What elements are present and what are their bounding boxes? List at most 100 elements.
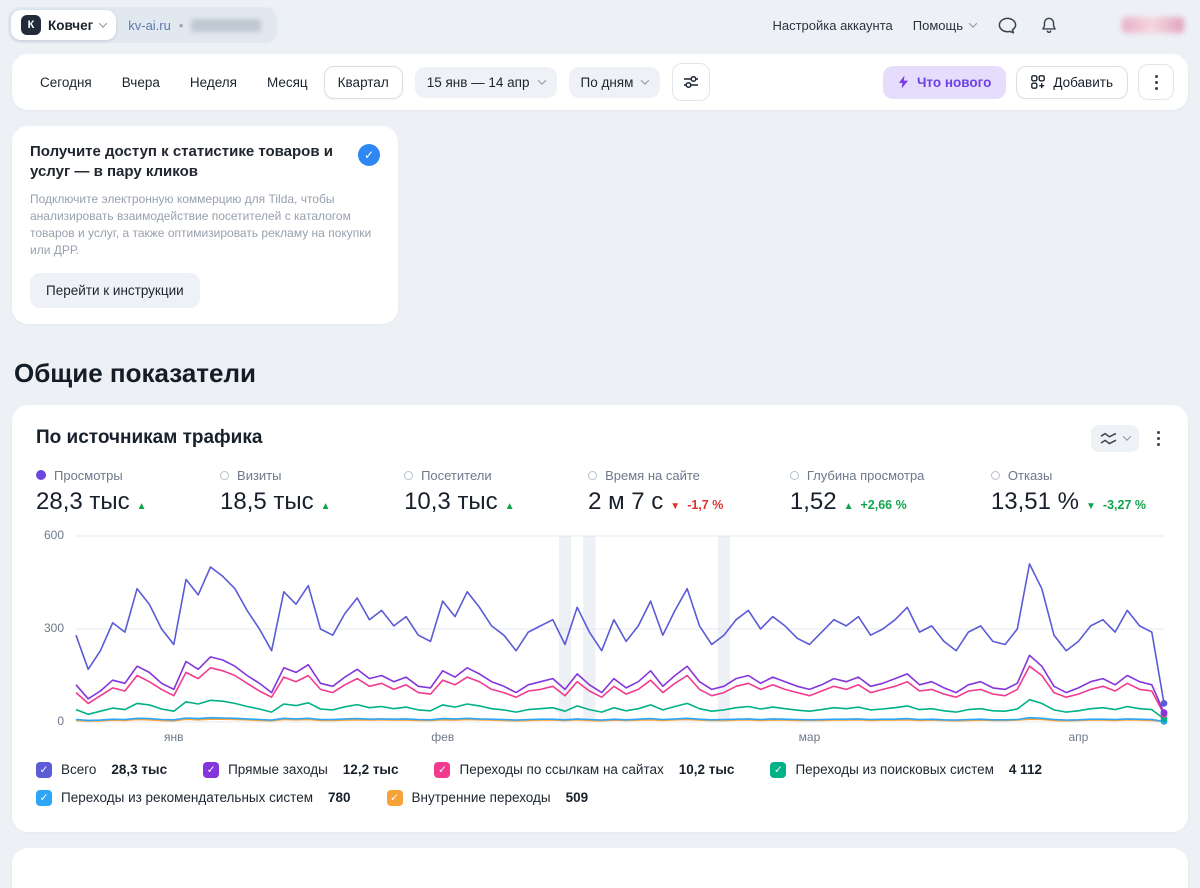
metric-label: Посетители [421, 467, 492, 483]
whats-new-label: Что нового [916, 74, 992, 90]
radio-icon [588, 470, 598, 480]
legend-checkbox[interactable] [386, 789, 403, 806]
period-tab-month[interactable]: Месяц [253, 66, 322, 99]
x-axis-label: апр [1068, 729, 1089, 744]
site-link[interactable]: kv-ai.ru [128, 18, 171, 33]
legend-value: 12,2 тыс [342, 762, 399, 778]
date-range-value: 15 янв — 14 апр [426, 74, 530, 90]
chevron-down-icon [537, 76, 546, 85]
filters-toolbar: Сегодня Вчера Неделя Месяц Квартал 15 ян… [12, 54, 1188, 110]
lightning-icon [898, 75, 909, 89]
widget-title: По источникам трафика [36, 427, 263, 449]
user-account[interactable] [1080, 8, 1184, 42]
account-settings-link[interactable]: Настройка аккаунта [772, 18, 892, 33]
legend-item-direct: Прямые заходы 12,2 тыс [203, 761, 399, 778]
widget-more-button[interactable] [1153, 427, 1164, 450]
legend-label: Внутренние переходы [411, 790, 551, 806]
legend-checkbox[interactable] [434, 761, 451, 778]
y-axis-label: 600 [43, 527, 64, 542]
bell-icon[interactable] [1038, 14, 1060, 36]
legend-checkbox[interactable] [36, 789, 52, 806]
trend-arrow-icon: ▲ [136, 500, 147, 512]
legend-value: 10,2 тыс [678, 762, 735, 778]
chart-legend: Всего 28,3 тыс Прямые заходы 12,2 тыс Пе… [36, 761, 1164, 806]
radio-icon [404, 470, 414, 480]
date-range-picker[interactable]: 15 янв — 14 апр [414, 66, 557, 98]
metric-label: Глубина просмотра [806, 467, 925, 483]
radio-icon [789, 470, 799, 480]
period-tabs: Сегодня Вчера Неделя Месяц Квартал [26, 65, 403, 99]
check-badge-icon: ✓ [358, 144, 380, 166]
top-right: Настройка аккаунта Помощь [772, 8, 1184, 42]
legend-label: Всего [61, 762, 97, 778]
metric-label: Визиты [237, 467, 282, 483]
y-axis-label: 300 [43, 620, 64, 635]
metric-value: 2 м 7 с [588, 487, 664, 515]
metric-tab-time-on-site[interactable]: Время на сайте 2 м 7 с ▼ -1,7 % [588, 468, 723, 516]
metric-tabs: Просмотры 28,3 тыс ▲ Визиты 18,5 тыс ▲ Пос… [36, 468, 1164, 516]
period-tab-quarter[interactable]: Квартал [323, 65, 403, 99]
help-menu[interactable]: Помощь [913, 18, 978, 33]
legend-label: Переходы из поисковых систем [795, 762, 994, 778]
next-widget-peek [12, 847, 1188, 888]
segments-filter-button[interactable] [672, 63, 711, 101]
legend-checkbox[interactable] [36, 761, 52, 778]
metric-label: Отказы [1007, 467, 1053, 483]
trend-arrow-icon: ▲ [320, 500, 331, 512]
legend-item-total: Всего 28,3 тыс [36, 761, 167, 778]
legend-item-recommendations: Переходы из рекомендательных систем 780 [36, 789, 351, 806]
counter-logo: К [21, 15, 41, 35]
site-group: kv-ai.ru • [128, 17, 262, 33]
promo-body: Подключите электронную коммерцию для Til… [30, 191, 372, 257]
legend-label: Прямые заходы [228, 762, 328, 778]
add-widget-icon [1031, 75, 1046, 89]
whats-new-button[interactable]: Что нового [882, 65, 1007, 99]
sliders-icon [684, 75, 699, 89]
metric-tab-visits[interactable]: Визиты 18,5 тыс ▲ [220, 468, 338, 516]
metric-value: 18,5 тыс [220, 487, 314, 515]
line-chart[interactable]: 0 300 600 янв фев мар апр [36, 528, 1168, 750]
trend-arrow-icon: ▲ [504, 500, 515, 512]
counter-selector[interactable]: К Ковчег [11, 10, 117, 40]
promo-card: Получите доступ к статистике товаров и у… [12, 126, 398, 324]
toolbar-right: Что нового Добавить [882, 64, 1174, 100]
metric-delta: -1,7 % [687, 497, 724, 512]
legend-value: 509 [565, 790, 589, 806]
x-axis-label: фев [431, 729, 455, 744]
chevron-down-icon [641, 76, 650, 85]
legend-checkbox[interactable] [770, 761, 787, 778]
chevron-down-icon [99, 19, 108, 28]
legend-item-internal: Внутренние переходы 509 [386, 789, 589, 806]
add-button[interactable]: Добавить [1016, 65, 1128, 99]
period-tab-yesterday[interactable]: Вчера [108, 66, 174, 99]
promo-instruction-button[interactable]: Перейти к инструкции [30, 272, 200, 308]
period-tab-today[interactable]: Сегодня [26, 66, 106, 99]
metric-tab-visitors[interactable]: Посетители 10,3 тыс ▲ [404, 468, 522, 516]
chart-canvas[interactable] [76, 536, 1168, 725]
trend-arrow-icon: ▲ [843, 500, 854, 512]
legend-label: Переходы по ссылкам на сайтах [459, 762, 664, 778]
legend-value: 780 [328, 790, 351, 806]
trend-arrow-icon: ▼ [1086, 500, 1096, 512]
separator-dot: • [178, 17, 184, 33]
toolbar-more-button[interactable] [1138, 64, 1174, 100]
radio-icon [36, 470, 46, 481]
metric-label: Просмотры [54, 467, 123, 483]
blurred-user-name [1122, 17, 1184, 33]
x-axis-label: мар [798, 729, 821, 744]
legend-value: 4 112 [1008, 762, 1042, 778]
metric-tab-views[interactable]: Просмотры 28,3 тыс ▲ [36, 468, 154, 516]
legend-label: Переходы из рекомендательных систем [61, 790, 313, 806]
line-chart-icon [1100, 432, 1117, 445]
metric-value: 28,3 тыс [36, 487, 130, 515]
chart-type-selector[interactable] [1091, 424, 1139, 452]
legend-checkbox[interactable] [203, 761, 220, 778]
metric-delta: -3,27 % [1102, 497, 1146, 512]
grouping-select[interactable]: По дням [568, 66, 661, 98]
metric-value: 10,3 тыс [404, 487, 498, 515]
metric-tab-depth[interactable]: Глубина просмотра 1,52 ▲ +2,66 % [789, 467, 925, 516]
grouping-value: По дням [580, 74, 634, 90]
chat-icon[interactable] [996, 14, 1018, 36]
metric-tab-bounce-rate[interactable]: Отказы 13,51 % ▼ -3,27 % [990, 467, 1146, 516]
period-tab-week[interactable]: Неделя [176, 66, 251, 99]
